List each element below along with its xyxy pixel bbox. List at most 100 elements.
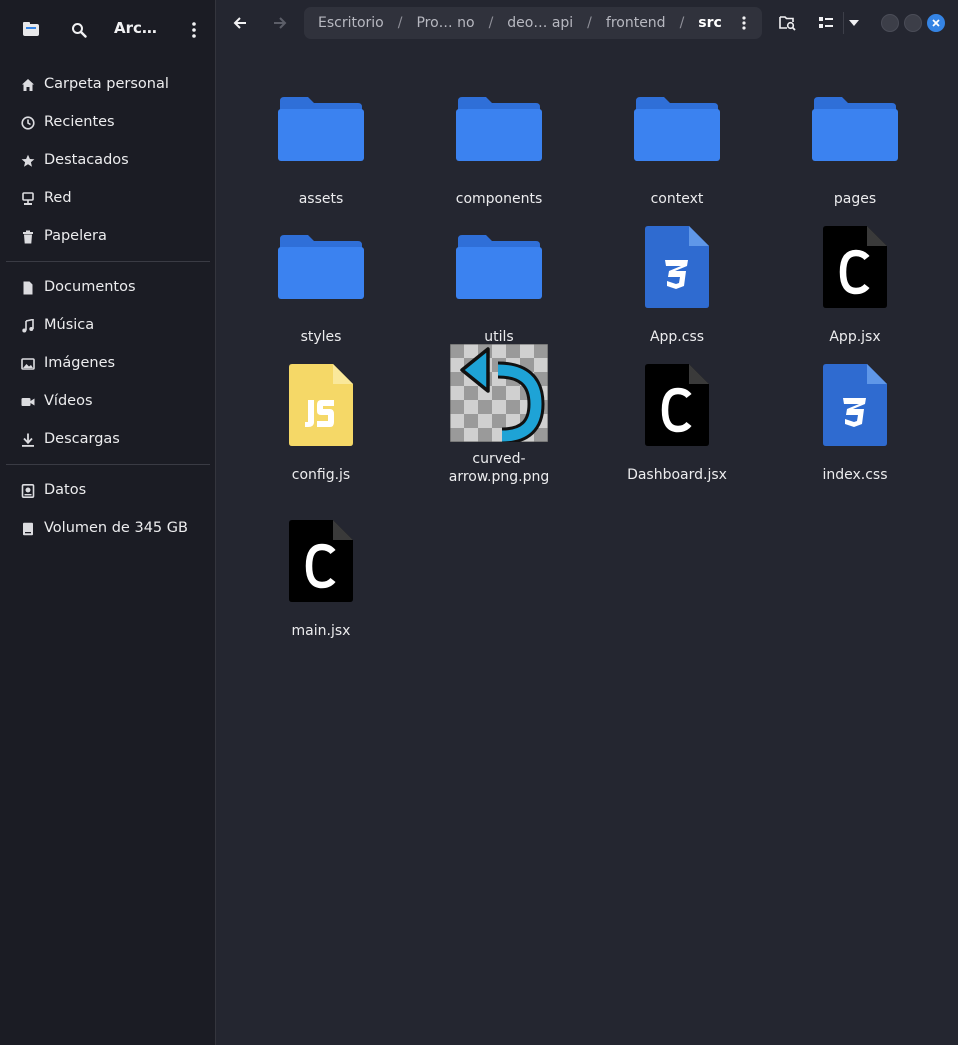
sidebar-item-label: Carpeta personal xyxy=(44,76,169,92)
folder-item-assets[interactable]: assets xyxy=(246,78,396,208)
sidebar-item-label: Destacados xyxy=(44,152,129,168)
sidebar-item-downloads[interactable]: Descargas xyxy=(0,420,216,458)
music-icon xyxy=(20,318,35,333)
folder-item-styles[interactable]: styles xyxy=(246,216,396,346)
css-file-icon xyxy=(645,226,709,308)
curved-arrow-image-thumbnail xyxy=(450,344,548,442)
breadcrumb-src[interactable]: src xyxy=(698,15,722,31)
file-item-app-css[interactable]: App.css xyxy=(602,216,752,346)
search-icon xyxy=(72,23,87,38)
document-icon xyxy=(20,280,35,295)
file-item-curved-arrow-png[interactable]: curved-arrow.png.png xyxy=(424,342,574,486)
file-name: context xyxy=(650,191,704,207)
file-item-index-css[interactable]: index.css xyxy=(780,354,930,484)
file-name: pages xyxy=(833,191,877,207)
back-button[interactable] xyxy=(228,12,252,34)
app-title: Arc… xyxy=(114,19,157,37)
video-icon xyxy=(20,394,35,409)
folder-item-context[interactable]: context xyxy=(602,78,752,208)
folder-item-pages[interactable]: pages xyxy=(780,78,930,208)
sidebar-places: Carpeta personal Recientes Destacados Re… xyxy=(0,65,216,547)
minimize-button[interactable] xyxy=(881,14,899,32)
sidebar-divider xyxy=(6,464,210,465)
maximize-button[interactable] xyxy=(904,14,922,32)
sidebar-item-music[interactable]: Música xyxy=(0,306,216,344)
close-icon xyxy=(932,19,940,27)
breadcrumb-api[interactable]: deo… api xyxy=(507,15,573,31)
folder-item-components[interactable]: components xyxy=(424,78,574,208)
chevron-down-icon xyxy=(849,20,859,26)
folder-icon xyxy=(456,235,542,299)
file-name: styles xyxy=(300,329,342,345)
sidebar-item-recent[interactable]: Recientes xyxy=(0,103,216,141)
path-menu-button[interactable] xyxy=(736,13,752,33)
sidebar-header: Arc… xyxy=(0,0,216,60)
file-name: App.jsx xyxy=(829,329,881,345)
file-item-dashboard-jsx[interactable]: Dashboard.jsx xyxy=(602,354,752,484)
close-button[interactable] xyxy=(927,14,945,32)
kebab-menu-icon xyxy=(742,16,746,30)
disk-icon xyxy=(20,483,35,498)
sidebar-item-documents[interactable]: Documentos xyxy=(0,268,216,306)
file-name: main.jsx xyxy=(291,623,351,639)
folder-search-icon xyxy=(778,16,796,31)
search-in-folder-button[interactable] xyxy=(776,12,798,34)
sidebar-item-datos[interactable]: Datos xyxy=(0,471,216,509)
js-file-icon xyxy=(289,364,353,446)
star-icon xyxy=(20,153,35,168)
file-name: App.css xyxy=(649,329,705,345)
file-item-main-jsx[interactable]: main.jsx xyxy=(246,510,396,640)
sidebar-item-label: Música xyxy=(44,317,95,333)
file-name: Dashboard.jsx xyxy=(627,467,727,483)
file-name: config.js xyxy=(291,467,351,483)
sidebar-item-label: Datos xyxy=(44,482,87,498)
forward-button[interactable] xyxy=(268,12,292,34)
sidebar-divider xyxy=(6,261,210,262)
jsx-file-icon xyxy=(289,520,353,602)
sidebar: Arc… Carpeta personal Recientes Destacad… xyxy=(0,0,216,1045)
breadcrumb-escritorio[interactable]: Escritorio xyxy=(318,15,384,31)
folder-icon xyxy=(278,97,364,161)
jsx-file-icon xyxy=(645,364,709,446)
jsx-file-icon xyxy=(823,226,887,308)
sidebar-item-label: Imágenes xyxy=(44,355,116,371)
list-view-icon xyxy=(819,17,833,28)
kebab-menu-icon xyxy=(192,22,196,38)
search-button[interactable] xyxy=(68,19,90,41)
image-icon xyxy=(20,356,35,371)
sidebar-item-trash[interactable]: Papelera xyxy=(0,217,216,255)
file-item-app-jsx[interactable]: App.jsx xyxy=(780,216,930,346)
folder-icon xyxy=(278,235,364,299)
file-grid: assets components context pages styles u… xyxy=(217,60,958,1045)
view-toggle-button[interactable] xyxy=(815,12,837,34)
drive-icon xyxy=(20,521,35,536)
sidebar-item-label: Papelera xyxy=(44,228,107,244)
sidebar-item-volume[interactable]: Volumen de 345 GB xyxy=(0,509,216,547)
download-icon xyxy=(20,432,35,447)
sidebar-item-videos[interactable]: Vídeos xyxy=(0,382,216,420)
sidebar-item-label: Recientes xyxy=(44,114,115,130)
file-name: index.css xyxy=(822,467,888,483)
folder-icon xyxy=(456,97,542,161)
arrow-right-icon xyxy=(274,17,287,29)
folder-icon xyxy=(634,97,720,161)
arrow-left-icon xyxy=(233,17,246,29)
sidebar-item-label: Red xyxy=(44,190,72,206)
sidebar-item-home[interactable]: Carpeta personal xyxy=(0,65,216,103)
view-options-button[interactable] xyxy=(843,12,864,34)
path-bar: Escritorio / Pro… no / deo… api / fronte… xyxy=(304,7,762,39)
sidebar-item-label: Vídeos xyxy=(44,393,93,409)
sidebar-item-label: Volumen de 345 GB xyxy=(44,520,188,536)
sidebar-item-network[interactable]: Red xyxy=(0,179,216,217)
trash-icon xyxy=(20,229,35,244)
sidebar-item-starred[interactable]: Destacados xyxy=(0,141,216,179)
breadcrumb-proyecto[interactable]: Pro… no xyxy=(416,15,474,31)
sidebar-item-pictures[interactable]: Imágenes xyxy=(0,344,216,382)
css-file-icon xyxy=(823,364,887,446)
folder-item-utils[interactable]: utils xyxy=(424,216,574,346)
main-menu-button[interactable] xyxy=(184,19,204,41)
breadcrumb-frontend[interactable]: frontend xyxy=(606,15,666,31)
clock-icon xyxy=(20,115,35,130)
file-item-config-js[interactable]: config.js xyxy=(246,354,396,484)
sidebar-item-label: Documentos xyxy=(44,279,136,295)
